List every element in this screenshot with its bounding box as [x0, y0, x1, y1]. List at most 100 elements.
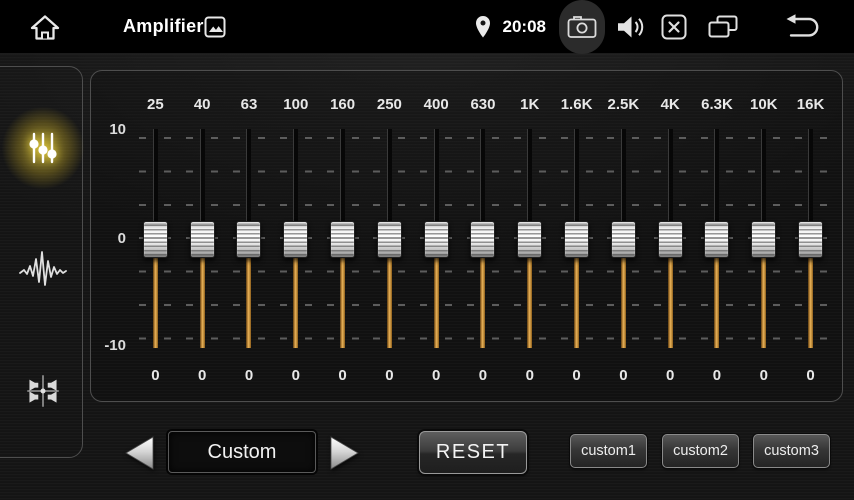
- eq-band: 1.6K 0: [553, 71, 600, 401]
- amplifier-screen: Amplifier 20:08: [0, 0, 854, 500]
- band-value: 0: [600, 367, 647, 384]
- volume-button[interactable]: [617, 14, 645, 40]
- volume-icon: [617, 14, 645, 40]
- back-icon: [782, 14, 822, 39]
- preset-prev-button[interactable]: [122, 434, 158, 472]
- band-value: 0: [226, 367, 273, 384]
- eq-bands: 25 0 40 0 63 0 100: [132, 71, 834, 401]
- preset-display[interactable]: Custom: [168, 431, 316, 473]
- eq-band: 16K 0: [787, 71, 834, 401]
- top-bar: Amplifier 20:08: [0, 0, 854, 54]
- slider-knob[interactable]: [798, 221, 823, 258]
- waveform-icon: [19, 249, 67, 289]
- eq-band: 4K 0: [647, 71, 694, 401]
- eq-band: 10K 0: [740, 71, 787, 401]
- clock: 20:08: [503, 17, 546, 37]
- eq-band: 400 0: [413, 71, 460, 401]
- image-icon: [204, 16, 226, 38]
- band-value: 0: [694, 367, 741, 384]
- equalizer-sliders-icon: [27, 131, 59, 165]
- topbar-left: Amplifier: [0, 13, 226, 41]
- custom3-button[interactable]: custom3: [753, 434, 830, 468]
- eq-band: 63 0: [226, 71, 273, 401]
- sidebar-item-balance[interactable]: [22, 370, 64, 412]
- sidebar: [0, 66, 83, 458]
- band-value: 0: [366, 367, 413, 384]
- eq-band: 25 0: [132, 71, 179, 401]
- back-button[interactable]: [782, 14, 822, 39]
- close-icon: [661, 14, 687, 40]
- band-frequency-label: 16K: [787, 96, 834, 113]
- close-app-button[interactable]: [661, 14, 687, 40]
- right-arrow-icon: [326, 434, 362, 472]
- recent-apps-icon: [708, 15, 738, 39]
- band-frequency-label: 630: [460, 96, 507, 113]
- equalizer-panel: 10 0 -10 25 0 40 0 63 0: [90, 70, 843, 402]
- custom2-button[interactable]: custom2: [662, 434, 739, 468]
- location-icon: [475, 15, 491, 39]
- band-frequency-label: 160: [319, 96, 366, 113]
- eq-band: 630 0: [460, 71, 507, 401]
- slider-knob[interactable]: [611, 221, 636, 258]
- slider-knob[interactable]: [470, 221, 495, 258]
- band-frequency-label: 250: [366, 96, 413, 113]
- custom1-button[interactable]: custom1: [570, 434, 647, 468]
- band-frequency-label: 40: [179, 96, 226, 113]
- page-title: Amplifier: [123, 16, 204, 37]
- left-arrow-icon: [122, 434, 158, 472]
- slider-knob[interactable]: [517, 221, 542, 258]
- slider-knob[interactable]: [190, 221, 215, 258]
- slider-knob[interactable]: [143, 221, 168, 258]
- band-value: 0: [506, 367, 553, 384]
- slider-knob[interactable]: [564, 221, 589, 258]
- slider-knob[interactable]: [751, 221, 776, 258]
- band-frequency-label: 400: [413, 96, 460, 113]
- band-value: 0: [647, 367, 694, 384]
- band-frequency-label: 6.3K: [694, 96, 741, 113]
- speaker-balance-icon: [22, 370, 64, 412]
- camera-icon: [567, 14, 597, 39]
- recent-apps-button[interactable]: [708, 15, 738, 39]
- home-button[interactable]: [29, 13, 61, 41]
- slider-knob[interactable]: [330, 221, 355, 258]
- preset-name: Custom: [208, 441, 277, 464]
- band-frequency-label: 100: [272, 96, 319, 113]
- scale-label-min: -10: [95, 337, 126, 355]
- band-value: 0: [740, 367, 787, 384]
- slider-knob[interactable]: [704, 221, 729, 258]
- eq-band: 6.3K 0: [694, 71, 741, 401]
- band-value: 0: [553, 367, 600, 384]
- slider-knob[interactable]: [424, 221, 449, 258]
- eq-band: 40 0: [179, 71, 226, 401]
- wallpaper-button[interactable]: [204, 16, 226, 38]
- topbar-right: 20:08: [475, 0, 854, 54]
- band-value: 0: [272, 367, 319, 384]
- scale-label-mid: 0: [95, 230, 126, 248]
- band-value: 0: [787, 367, 834, 384]
- preset-controls: Custom RESET custom1 custom2 custom3: [0, 402, 854, 500]
- sidebar-item-equalizer[interactable]: [27, 131, 59, 165]
- band-frequency-label: 2.5K: [600, 96, 647, 113]
- eq-band: 2.5K 0: [600, 71, 647, 401]
- preset-next-button[interactable]: [326, 434, 362, 472]
- slider-knob[interactable]: [236, 221, 261, 258]
- eq-band: 160 0: [319, 71, 366, 401]
- slider-knob[interactable]: [658, 221, 683, 258]
- band-value: 0: [132, 367, 179, 384]
- band-value: 0: [319, 367, 366, 384]
- band-frequency-label: 1.6K: [553, 96, 600, 113]
- sidebar-item-sound-effect[interactable]: [19, 249, 67, 289]
- band-frequency-label: 25: [132, 96, 179, 113]
- band-value: 0: [413, 367, 460, 384]
- reset-button[interactable]: RESET: [419, 431, 527, 474]
- eq-band: 100 0: [272, 71, 319, 401]
- slider-knob[interactable]: [283, 221, 308, 258]
- band-frequency-label: 10K: [740, 96, 787, 113]
- band-frequency-label: 63: [226, 96, 273, 113]
- band-frequency-label: 4K: [647, 96, 694, 113]
- screenshot-button[interactable]: [559, 0, 605, 54]
- home-icon: [29, 13, 61, 41]
- slider-knob[interactable]: [377, 221, 402, 258]
- scale-label-max: 10: [95, 121, 126, 139]
- eq-band: 250 0: [366, 71, 413, 401]
